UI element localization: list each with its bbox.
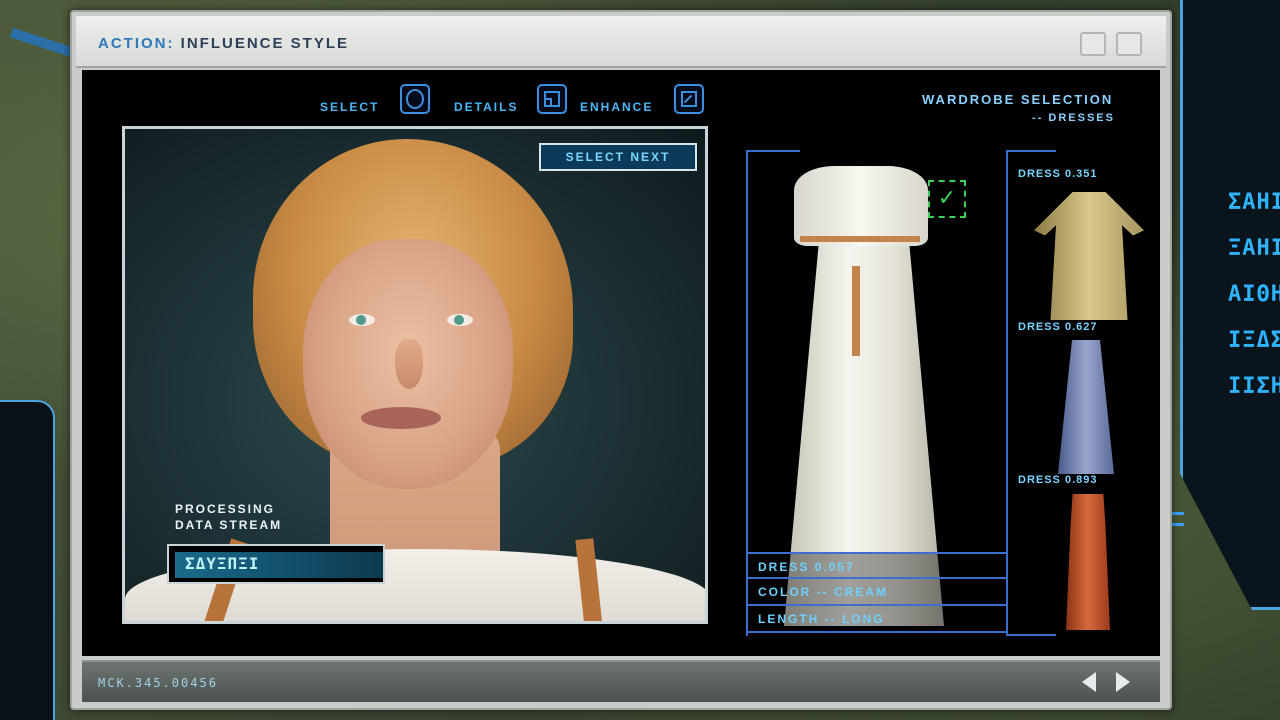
grid-icon[interactable] bbox=[537, 84, 567, 114]
grid-icon-inner bbox=[544, 98, 552, 107]
avatar-right-eye bbox=[447, 314, 473, 326]
side-glyph: ΞΑΗΙ bbox=[1228, 236, 1280, 261]
thumbnail-frame-top bbox=[1006, 150, 1056, 152]
thumbnail-label: DRESS 0.351 bbox=[1018, 168, 1098, 180]
select-next-button[interactable]: SELECT NEXT bbox=[539, 143, 697, 171]
window-title: ACTION: INFLUENCE STYLE bbox=[98, 35, 349, 52]
previous-arrow-icon[interactable] bbox=[1082, 672, 1096, 692]
data-stream-bar: ΣΔΥΞΠΞΙ bbox=[175, 552, 383, 578]
data-stream-value: ΣΔΥΞΠΞΙ bbox=[185, 554, 260, 573]
processing-line-2: DATA STREAM bbox=[175, 518, 283, 532]
dress-frame-top bbox=[746, 150, 800, 152]
dress-id-label: DRESS 0.057 bbox=[746, 552, 1008, 579]
select-label[interactable]: SELECT bbox=[320, 100, 379, 114]
minimize-button[interactable] bbox=[1080, 32, 1106, 56]
thumbnail-label: DRESS 0.893 bbox=[1018, 474, 1098, 486]
enhance-label[interactable]: ENHANCE bbox=[580, 100, 653, 114]
dress-color-label: COLOR -- CREAM bbox=[746, 579, 1008, 606]
side-glyph: ΙΙΣΗ bbox=[1228, 374, 1280, 399]
status-code: MCK.345.00456 bbox=[98, 676, 218, 690]
processing-line-1: PROCESSING bbox=[175, 502, 276, 516]
avatar-nose bbox=[395, 339, 423, 389]
next-arrow-icon[interactable] bbox=[1116, 672, 1130, 692]
wardrobe-title: WARDROBE SELECTION bbox=[922, 92, 1114, 107]
title-main: INFLUENCE STYLE bbox=[180, 35, 350, 52]
dress-length-label: LENGTH -- LONG bbox=[746, 606, 1008, 633]
main-window: ACTION: INFLUENCE STYLE SELECT DETAILS E… bbox=[70, 10, 1172, 710]
avatar-lips bbox=[361, 407, 441, 429]
circle-icon[interactable] bbox=[400, 84, 430, 114]
dress-bodice bbox=[794, 166, 928, 246]
side-glyph: ΙΞΔΣ bbox=[1228, 328, 1280, 353]
dress-sash bbox=[852, 266, 860, 356]
face-viewport: SELECT NEXT PROCESSING DATA STREAM ΣΔΥΞΠ… bbox=[122, 126, 708, 624]
data-stream-box: ΣΔΥΞΠΞΙ bbox=[167, 544, 385, 584]
side-glyph: ΑΙΘΗ bbox=[1228, 282, 1280, 307]
left-side-panel bbox=[0, 400, 55, 720]
dress-checkbox[interactable]: ✓ bbox=[928, 180, 966, 218]
thumbnail-label: DRESS 0.627 bbox=[1018, 321, 1098, 333]
enhance-arrow-icon[interactable] bbox=[674, 84, 704, 114]
thumbnail-frame bbox=[1006, 150, 1008, 636]
dress-thumbnail[interactable] bbox=[1058, 340, 1114, 474]
side-glyph: ΣΑΗΙ bbox=[1228, 190, 1280, 215]
thumbnail-frame-bottom bbox=[1006, 634, 1056, 636]
maximize-button[interactable] bbox=[1116, 32, 1142, 56]
wardrobe-subtitle: -- DRESSES bbox=[1032, 112, 1115, 124]
status-bar: MCK.345.00456 bbox=[82, 660, 1160, 702]
display-screen: SELECT DETAILS ENHANCE WARDROBE SELECTIO… bbox=[82, 70, 1160, 656]
circle-icon-shape bbox=[406, 89, 424, 109]
avatar-left-eye bbox=[349, 314, 375, 326]
dress-belt bbox=[800, 236, 920, 242]
processing-status: PROCESSING DATA STREAM bbox=[175, 501, 282, 533]
title-prefix: ACTION: bbox=[98, 35, 175, 52]
dress-thumbnail[interactable] bbox=[1066, 494, 1110, 630]
details-label[interactable]: DETAILS bbox=[454, 100, 518, 114]
title-bar: ACTION: INFLUENCE STYLE bbox=[76, 16, 1166, 68]
dress-thumbnail[interactable] bbox=[1034, 192, 1144, 320]
